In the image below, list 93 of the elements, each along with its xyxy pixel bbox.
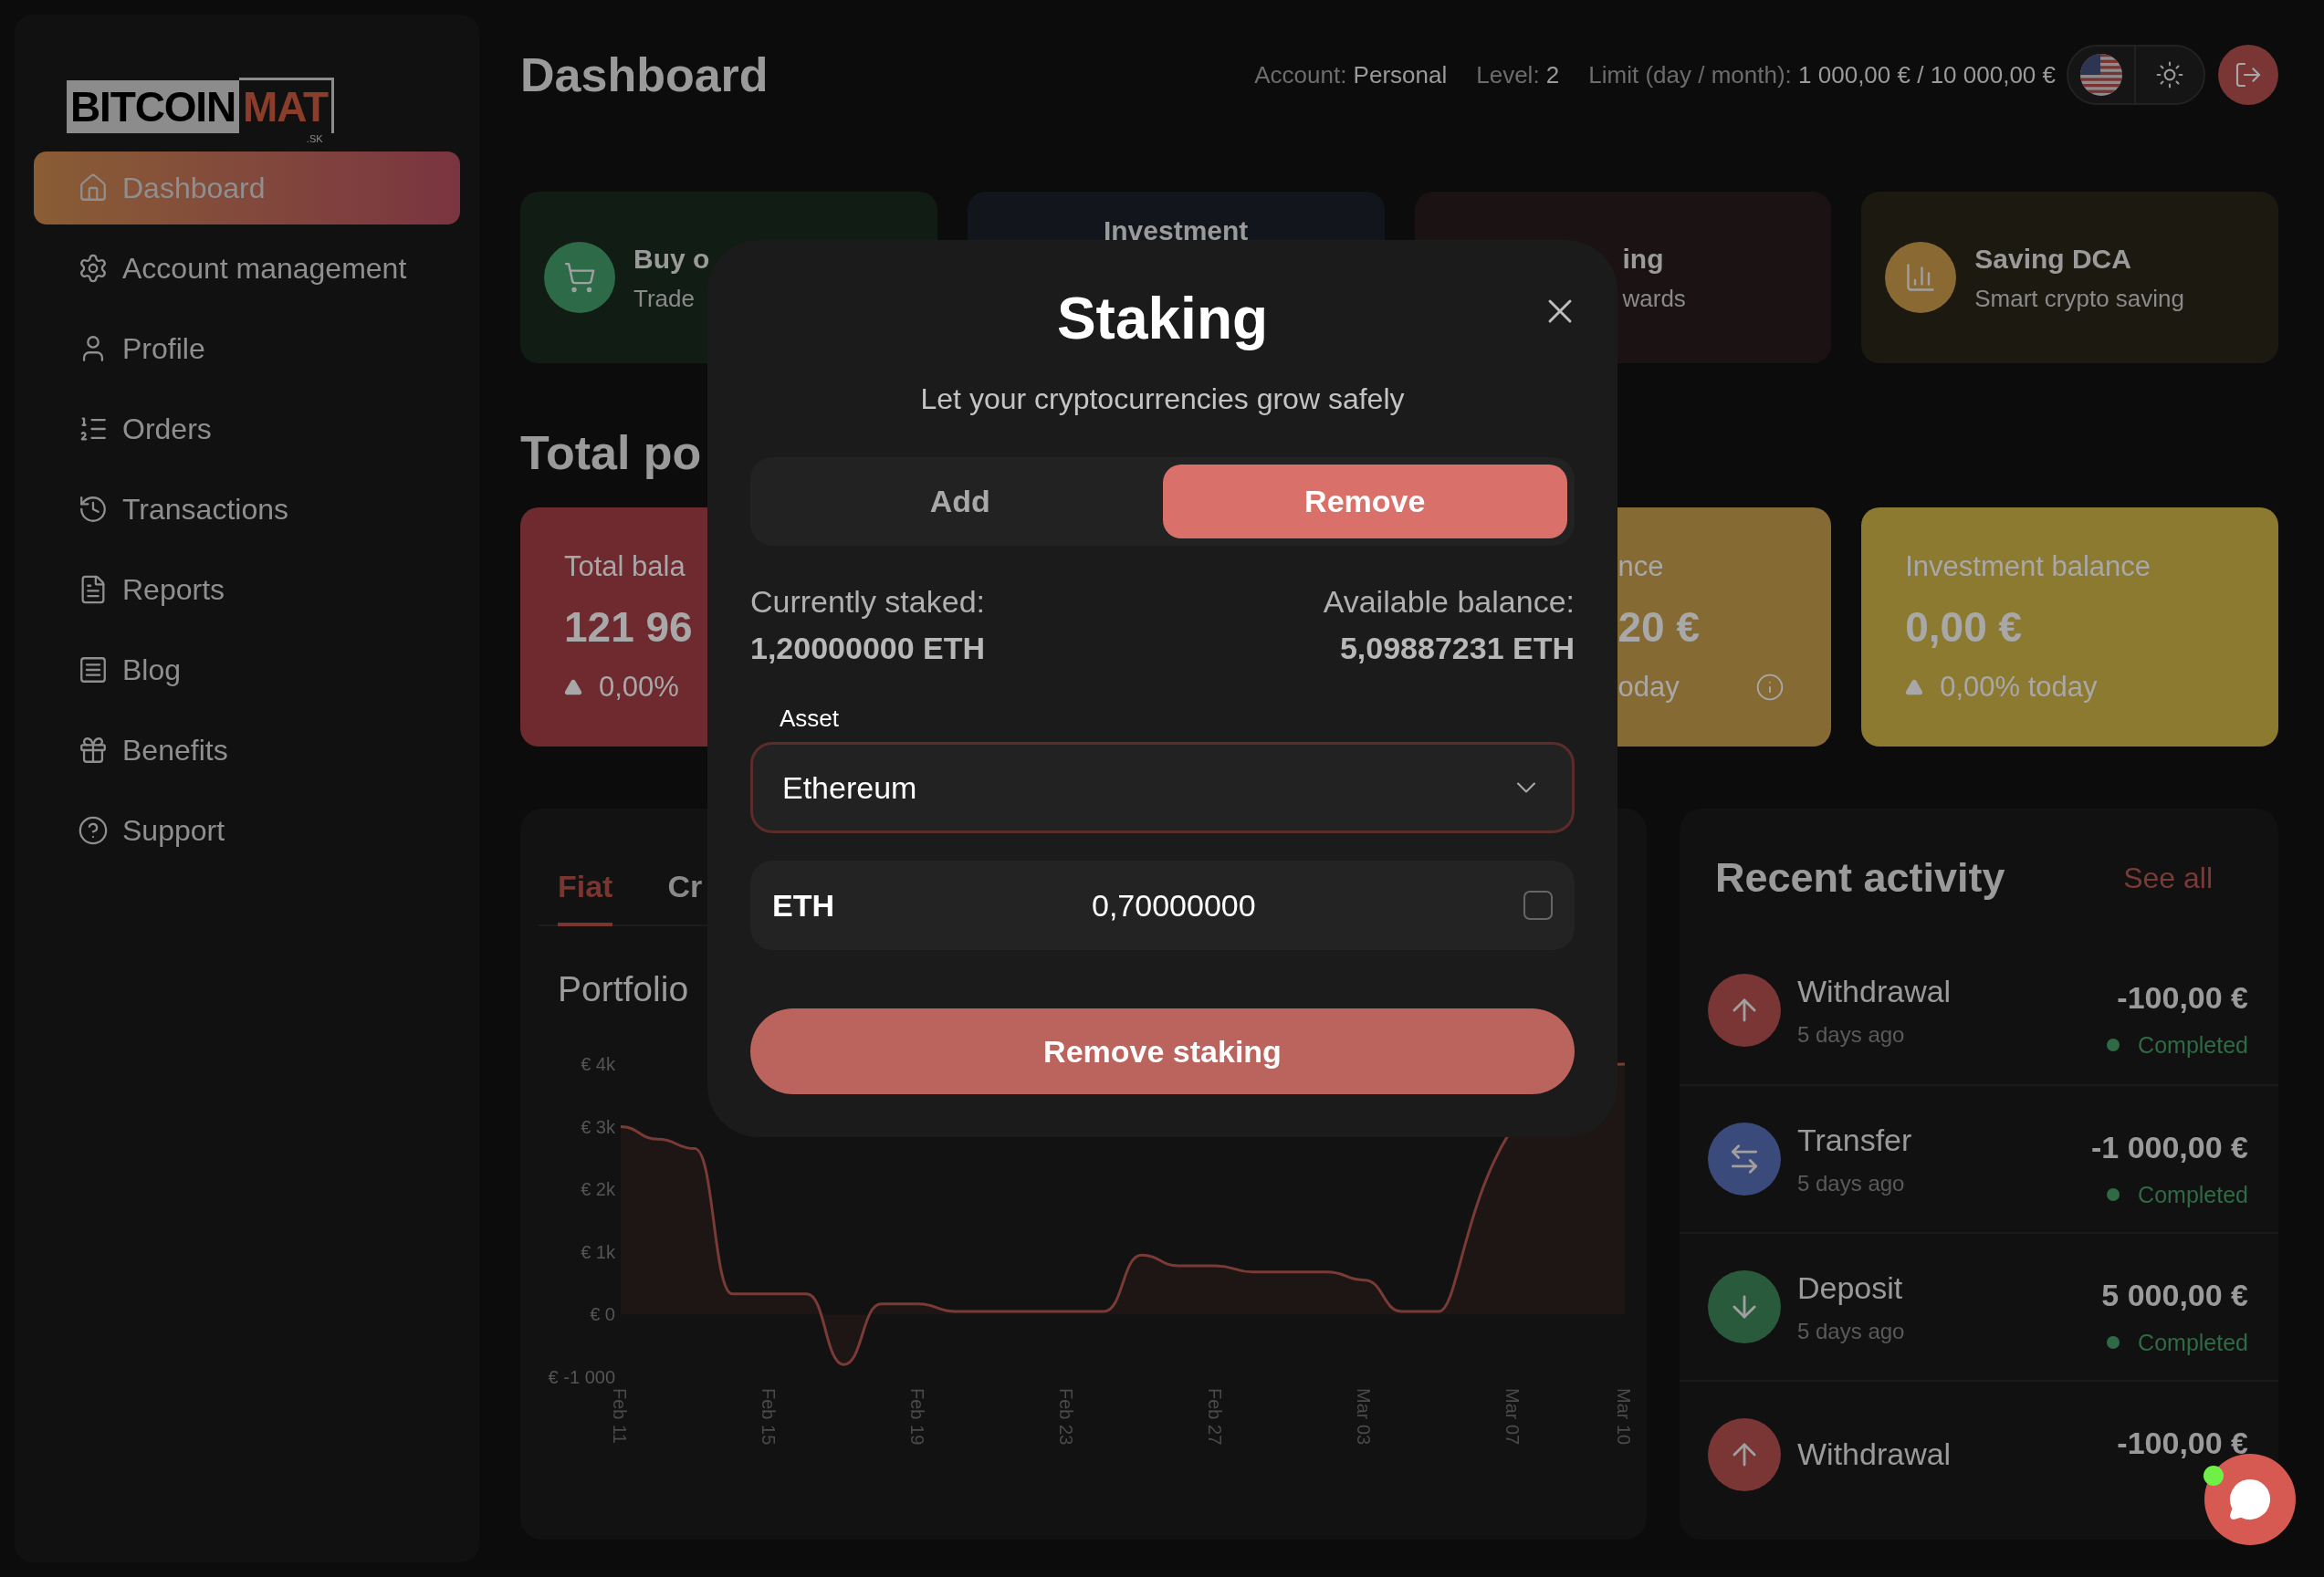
page-title: Dashboard — [520, 47, 769, 103]
activity-title: Withdrawal — [1797, 1436, 1952, 1473]
logout-icon — [2234, 60, 2263, 89]
help-icon — [78, 815, 109, 846]
available-label: Available balance: — [1323, 583, 1575, 621]
activity-status: Completed — [2138, 1180, 2248, 1209]
y-axis-label: € 4k — [581, 1053, 615, 1074]
activity-amount: -1 000,00 € — [2090, 1128, 2248, 1166]
card-heading: Recent activity — [1715, 853, 2005, 903]
card-title: Investment — [1103, 214, 1249, 247]
activity-amount: -100,00 € — [2117, 1424, 2248, 1462]
logo-accent: MAT — [239, 78, 334, 133]
card-subtitle: Smart crypto saving — [1974, 284, 2184, 314]
activity-title: Transfer — [1797, 1122, 1912, 1159]
balance-label: Total bala — [564, 549, 686, 584]
balance-label: Investment balance — [1905, 549, 2151, 584]
list-square-icon — [78, 654, 109, 685]
asset-select[interactable]: Ethereum — [750, 742, 1575, 833]
currency-label: ETH — [772, 886, 835, 924]
y-axis-label: € 2k — [581, 1178, 615, 1199]
balance-change: 0,00% — [599, 669, 679, 705]
mode-tab[interactable]: Add — [758, 465, 1163, 538]
sidebar-item[interactable]: Benefits — [34, 714, 460, 787]
x-axis-label: Feb 23 — [1055, 1387, 1076, 1445]
asset-label: Asset — [780, 704, 840, 734]
account-info: Account: Personal — [1254, 59, 1448, 90]
sidebar-item[interactable]: Reports — [34, 553, 460, 626]
x-axis-label: Feb 19 — [906, 1387, 927, 1445]
cart-icon — [563, 261, 596, 294]
max-checkbox[interactable] — [1523, 891, 1553, 920]
chart-tab[interactable]: Cr — [667, 863, 703, 926]
sidebar-item[interactable]: Support — [34, 794, 460, 867]
card-title: Saving DCA — [1974, 243, 2132, 276]
logo-suffix: .SK — [306, 133, 323, 144]
activity-amount: -100,00 € — [2117, 978, 2248, 1017]
activity-time: 5 days ago — [1797, 1021, 1906, 1049]
flag-icon — [2080, 54, 2122, 96]
level-info: Level: 2 — [1476, 59, 1560, 90]
mode-tab[interactable]: Remove — [1162, 465, 1567, 538]
balance-label: nce — [1617, 549, 1664, 584]
activity-title: Withdrawal — [1797, 973, 1952, 1010]
balance-change: oday — [1617, 669, 1680, 705]
home-icon — [78, 172, 109, 204]
activity-amount: 5 000,00 € — [2101, 1276, 2248, 1314]
x-axis-label: Feb 15 — [758, 1387, 779, 1445]
y-axis-label: € 1k — [581, 1241, 615, 1262]
remove-staking-button[interactable]: Remove staking — [750, 1008, 1575, 1094]
card-title: ing — [1622, 243, 1665, 276]
limit-info: Limit (day / month): 1 000,00 € / 10 000,00 € — [1588, 59, 2056, 90]
chart-title: Portfolio — [557, 968, 690, 1010]
sun-icon — [2155, 60, 2184, 89]
logo-wordmark: BITCOIN — [67, 80, 240, 133]
balance-change: 0,00% today — [1940, 669, 2098, 705]
y-axis-label: € 0 — [590, 1303, 615, 1324]
sidebar-item[interactable]: Blog — [34, 633, 460, 706]
card-subtitle: wards — [1622, 284, 1686, 314]
sidebar-item[interactable]: Profile — [34, 312, 460, 385]
section-heading: Total po — [520, 425, 703, 480]
x-axis-label: Mar 10 — [1614, 1387, 1634, 1445]
activity-title: Deposit — [1797, 1269, 1904, 1307]
activity-time: 5 days ago — [1797, 1170, 1906, 1197]
balance-amount: 121 96 — [564, 601, 693, 653]
activity-status: Completed — [2138, 1030, 2248, 1060]
card-subtitle: Trade — [633, 284, 696, 314]
staked-label: Currently staked: — [750, 583, 986, 621]
sidebar-item[interactable]: Transactions — [34, 473, 460, 546]
up-triangle-icon — [564, 677, 582, 696]
y-axis-label: € 3k — [581, 1116, 615, 1137]
info-icon — [1754, 672, 1785, 702]
sidebar-item[interactable]: Account management — [34, 232, 460, 305]
balance-amount: 20 € — [1617, 601, 1701, 653]
dialog-title: Staking — [1056, 285, 1269, 353]
amount-value: 0,70000000 — [1092, 886, 1256, 924]
feature-card[interactable]: Saving DCA Smart crypto saving — [1861, 192, 2278, 363]
chat-bubble-icon — [2228, 1478, 2272, 1521]
up-triangle-icon — [1905, 677, 1924, 696]
staked-value: 1,20000000 ETH — [750, 630, 986, 667]
x-axis-label: Feb 11 — [610, 1387, 630, 1444]
x-axis-label: Mar 07 — [1502, 1387, 1523, 1445]
available-value: 5,09887231 ETH — [1339, 630, 1575, 667]
y-axis-label: € -1 000 — [548, 1366, 615, 1387]
x-axis-label: Mar 03 — [1353, 1387, 1374, 1445]
balance-amount: 0,00 € — [1905, 601, 2023, 653]
gift-icon — [78, 735, 109, 766]
gear-icon — [78, 253, 109, 284]
sidebar-item[interactable]: Orders — [34, 392, 460, 465]
activity-status: Completed — [2138, 1328, 2248, 1357]
amount-field[interactable]: ETH 0,70000000 — [750, 861, 1575, 950]
clock-icon — [78, 494, 109, 525]
dialog-subtitle: Let your cryptocurrencies grow safely — [919, 381, 1406, 417]
activity-time: 5 days ago — [1797, 1318, 1905, 1345]
x-axis-label: Feb 27 — [1204, 1387, 1225, 1445]
card-title: Buy o — [633, 243, 710, 276]
